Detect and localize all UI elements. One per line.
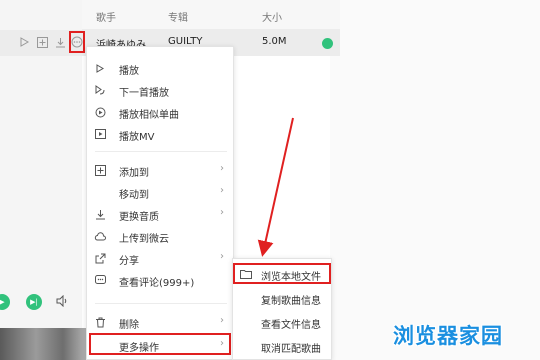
mv-icon [93, 127, 107, 141]
site-watermark: 浏览器家园 [393, 324, 503, 348]
browse-local-file-highlight [233, 263, 331, 284]
menu-item-label: 下一首播放 [119, 88, 169, 99]
play-icon[interactable] [17, 35, 31, 49]
delete-icon [93, 315, 107, 329]
menu-item-label: 分享 [119, 256, 139, 267]
play-next-icon [93, 83, 107, 97]
menu-divider [95, 303, 227, 304]
menu-item-play[interactable]: 播放 [87, 57, 233, 79]
menu-item-label: 上传到微云 [119, 234, 169, 245]
submenu-item-cancel-match[interactable]: 取消匹配歌曲 [233, 335, 331, 357]
column-header-artist[interactable]: 歌手 [96, 9, 116, 24]
menu-divider [95, 151, 227, 152]
chevron-right-icon: › [220, 207, 224, 218]
more-operations-highlight [89, 333, 231, 355]
player-controls: ▶ ▶| [0, 284, 90, 320]
download-icon[interactable] [53, 35, 67, 49]
menu-item-upload-cloud[interactable]: 上传到微云 [87, 225, 233, 247]
menu-item-label: 播放相似单曲 [119, 110, 179, 121]
comment-icon [93, 273, 107, 287]
chevron-right-icon: › [220, 251, 224, 262]
volume-icon[interactable] [56, 294, 68, 310]
context-menu: 播放 下一首播放 播放相似单曲 播放MV 添加到 › 移动到 › 更换音质 › … [86, 46, 234, 360]
submenu-item-view-file-info[interactable]: 查看文件信息 [233, 311, 331, 333]
submenu-item-label: 复制歌曲信息 [261, 296, 321, 307]
play-icon [93, 61, 107, 75]
quality-icon [93, 207, 107, 221]
chevron-right-icon: › [220, 185, 224, 196]
menu-item-add-to[interactable]: 添加到 › [87, 159, 233, 181]
menu-item-label: 删除 [119, 320, 139, 331]
menu-item-label: 添加到 [119, 168, 149, 179]
menu-item-change-quality[interactable]: 更换音质 › [87, 203, 233, 225]
cloud-icon [93, 229, 107, 243]
menu-item-label: 播放MV [119, 132, 155, 143]
menu-item-share[interactable]: 分享 › [87, 247, 233, 269]
menu-item-move-to[interactable]: 移动到 › [87, 181, 233, 203]
submenu-item-label: 取消匹配歌曲 [261, 344, 321, 355]
play-pause-button[interactable]: ▶ [0, 294, 10, 310]
column-header-size[interactable]: 大小 [262, 9, 282, 24]
table-header: 歌手 专辑 大小 [82, 0, 340, 30]
downloaded-status-icon [322, 38, 333, 49]
add-to-icon [93, 163, 107, 177]
menu-item-play-next[interactable]: 下一首播放 [87, 79, 233, 101]
share-icon [93, 251, 107, 265]
chevron-right-icon: › [220, 163, 224, 174]
menu-item-label: 移动到 [119, 190, 149, 201]
next-track-button[interactable]: ▶| [26, 294, 42, 310]
menu-item-delete[interactable]: 删除 › [87, 311, 233, 333]
menu-item-label: 更换音质 [119, 212, 159, 223]
column-header-album[interactable]: 专辑 [168, 9, 188, 24]
song-size: 5.0M [262, 36, 287, 47]
menu-item-label: 查看评论(999+) [119, 278, 195, 289]
submenu-item-copy-song-info[interactable]: 复制歌曲信息 [233, 287, 331, 309]
menu-item-view-comments[interactable]: 查看评论(999+) [87, 269, 233, 291]
menu-item-play-mv[interactable]: 播放MV [87, 123, 233, 145]
submenu-item-label: 查看文件信息 [261, 320, 321, 331]
right-panel [330, 0, 540, 360]
menu-item-label: 播放 [119, 66, 139, 77]
similar-icon [93, 105, 107, 119]
chevron-right-icon: › [220, 315, 224, 326]
album-cover-thumbnail[interactable] [0, 328, 90, 360]
menu-item-play-similar[interactable]: 播放相似单曲 [87, 101, 233, 123]
add-icon[interactable] [35, 35, 49, 49]
more-button-highlight [69, 31, 85, 53]
